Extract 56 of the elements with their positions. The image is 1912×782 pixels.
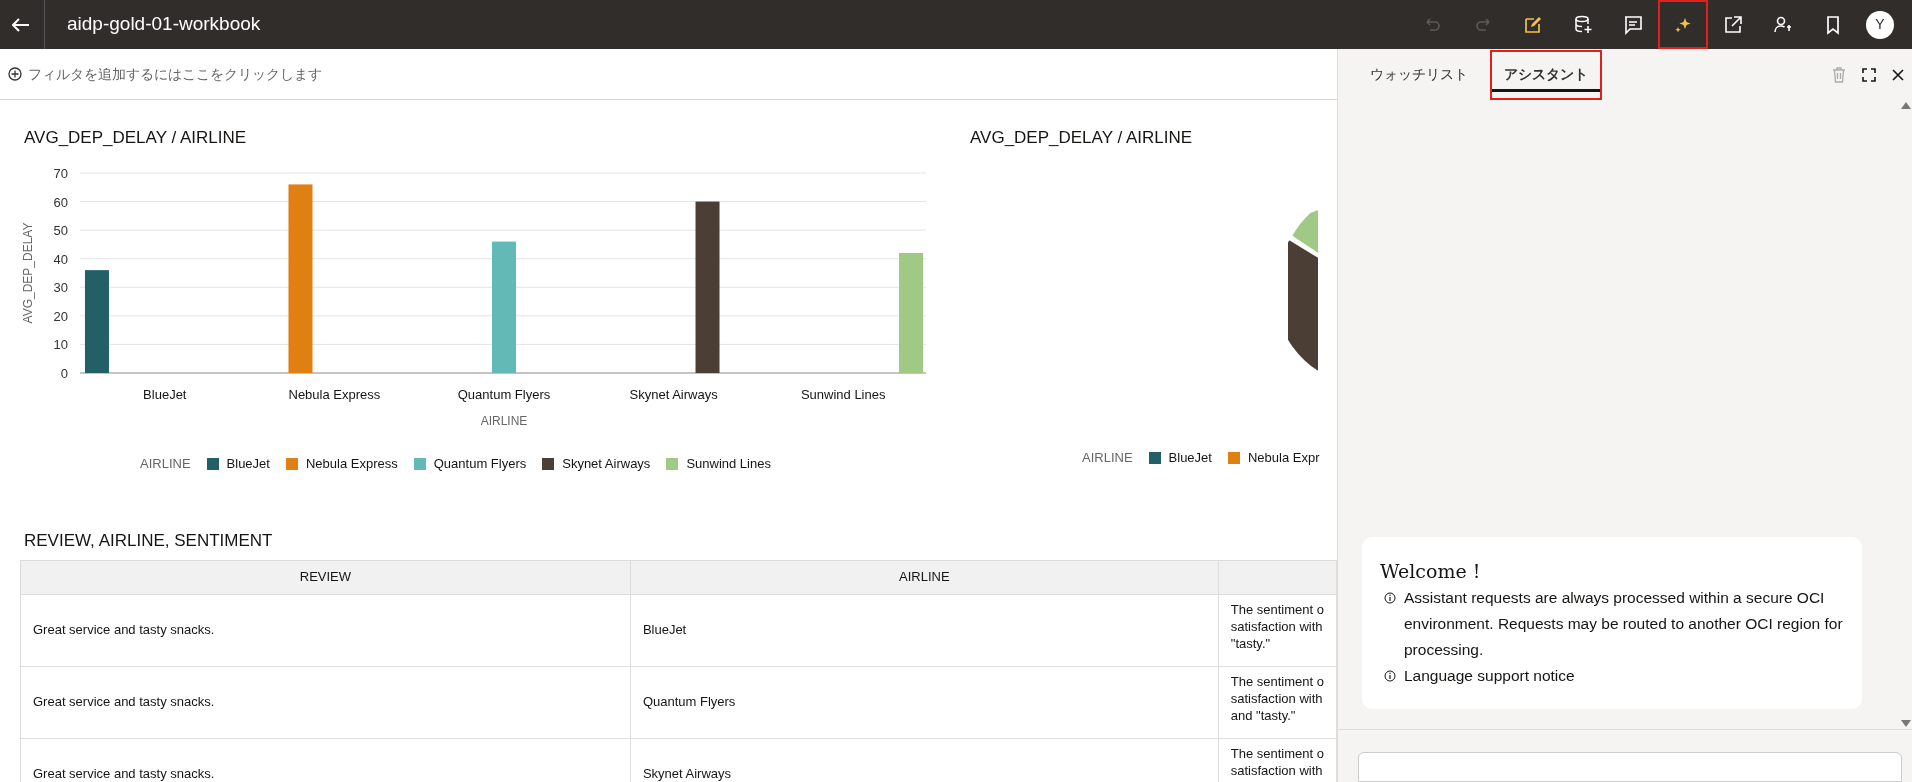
- legend-label[interactable]: Skynet Airways: [562, 454, 651, 474]
- scroll-up-icon[interactable]: [1900, 100, 1912, 110]
- scrollbar[interactable]: [1900, 100, 1912, 729]
- axis-tick-label: 10: [53, 337, 68, 353]
- legend-label[interactable]: BlueJet: [1168, 448, 1212, 468]
- user-avatar[interactable]: Y: [1866, 10, 1894, 39]
- welcome-title: Welcome !: [1380, 558, 1482, 584]
- category-label: BlueJet: [143, 387, 187, 403]
- bar[interactable]: [84, 270, 109, 374]
- back-icon[interactable]: [12, 17, 30, 32]
- message-input-field[interactable]: [1358, 752, 1902, 782]
- table-cell: The sentiment o satisfaction with "tasty.": [1218, 594, 1337, 666]
- axis-title: AIRLINE: [480, 414, 528, 429]
- axis-tick-label: 30: [53, 280, 68, 296]
- legend-label[interactable]: Nebula Expr: [1247, 448, 1320, 468]
- category-label: Skynet Airways: [629, 387, 718, 403]
- axis-tick-label: 40: [53, 252, 68, 268]
- axis-tick-label: 0: [60, 366, 68, 382]
- table-cell: Great service and tasty snacks.: [20, 594, 631, 666]
- column-header[interactable]: REVIEW: [20, 560, 631, 594]
- axis-tick-label: 70: [53, 166, 68, 182]
- panel-tab[interactable]: アシスタント: [1490, 49, 1602, 100]
- add-icon[interactable]: [8, 67, 22, 81]
- category-label: Sunwind Lines: [800, 387, 886, 403]
- chart-title: AVG_DEP_DELAY / AIRLINE: [24, 128, 248, 149]
- legend-title: AIRLINE: [140, 455, 191, 474]
- close-icon[interactable]: [1892, 68, 1904, 81]
- axis-tick-label: 60: [53, 194, 68, 210]
- legend-label[interactable]: Quantum Flyers: [433, 454, 527, 474]
- axis-tick-label: 50: [53, 223, 68, 239]
- category-label: Quantum Flyers: [457, 387, 551, 403]
- chart-title: AVG_DEP_DELAY / AIRLINE: [970, 128, 1194, 149]
- table-cell: Great service and tasty snacks.: [20, 666, 631, 738]
- table-cell: The sentiment o satisfaction with and "tasty.": [1218, 666, 1337, 738]
- notice-text: Language support notice: [1404, 666, 1575, 686]
- legend-label[interactable]: Sunwind Lines: [686, 454, 771, 474]
- axis-title: AVG_DEP_DELAY: [21, 222, 35, 324]
- add-filter-link[interactable]: フィルタを追加するにはここをクリックします: [28, 63, 322, 85]
- column-header[interactable]: AIRLINE: [630, 560, 1219, 594]
- table-cell: BlueJet: [630, 594, 1219, 666]
- axis-tick-label: 20: [53, 309, 68, 325]
- bar[interactable]: [695, 201, 720, 374]
- category-label: Nebula Express: [288, 387, 381, 403]
- workbook-title: aidp-gold-01-workbook: [67, 12, 261, 37]
- legend-title: AIRLINE: [1082, 449, 1133, 468]
- panel-tab[interactable]: ウォッチリスト: [1356, 49, 1482, 100]
- table-title: REVIEW, AIRLINE, SENTIMENT: [24, 530, 274, 552]
- info-icon: [1384, 670, 1396, 682]
- table-cell: Quantum Flyers: [630, 666, 1219, 738]
- info-icon: [1384, 592, 1396, 604]
- table-cell: Great service and tasty snacks.: [20, 738, 631, 782]
- scroll-down-icon[interactable]: [1900, 719, 1912, 729]
- legend-label[interactable]: BlueJet: [226, 454, 270, 474]
- expand-icon[interactable]: [1862, 67, 1876, 82]
- notice-text: Assistant requests are always processed within a secure OCI environment. Requests may be routed to another OCI region for processing.: [1404, 588, 1844, 660]
- legend-label[interactable]: Nebula Express: [305, 454, 398, 474]
